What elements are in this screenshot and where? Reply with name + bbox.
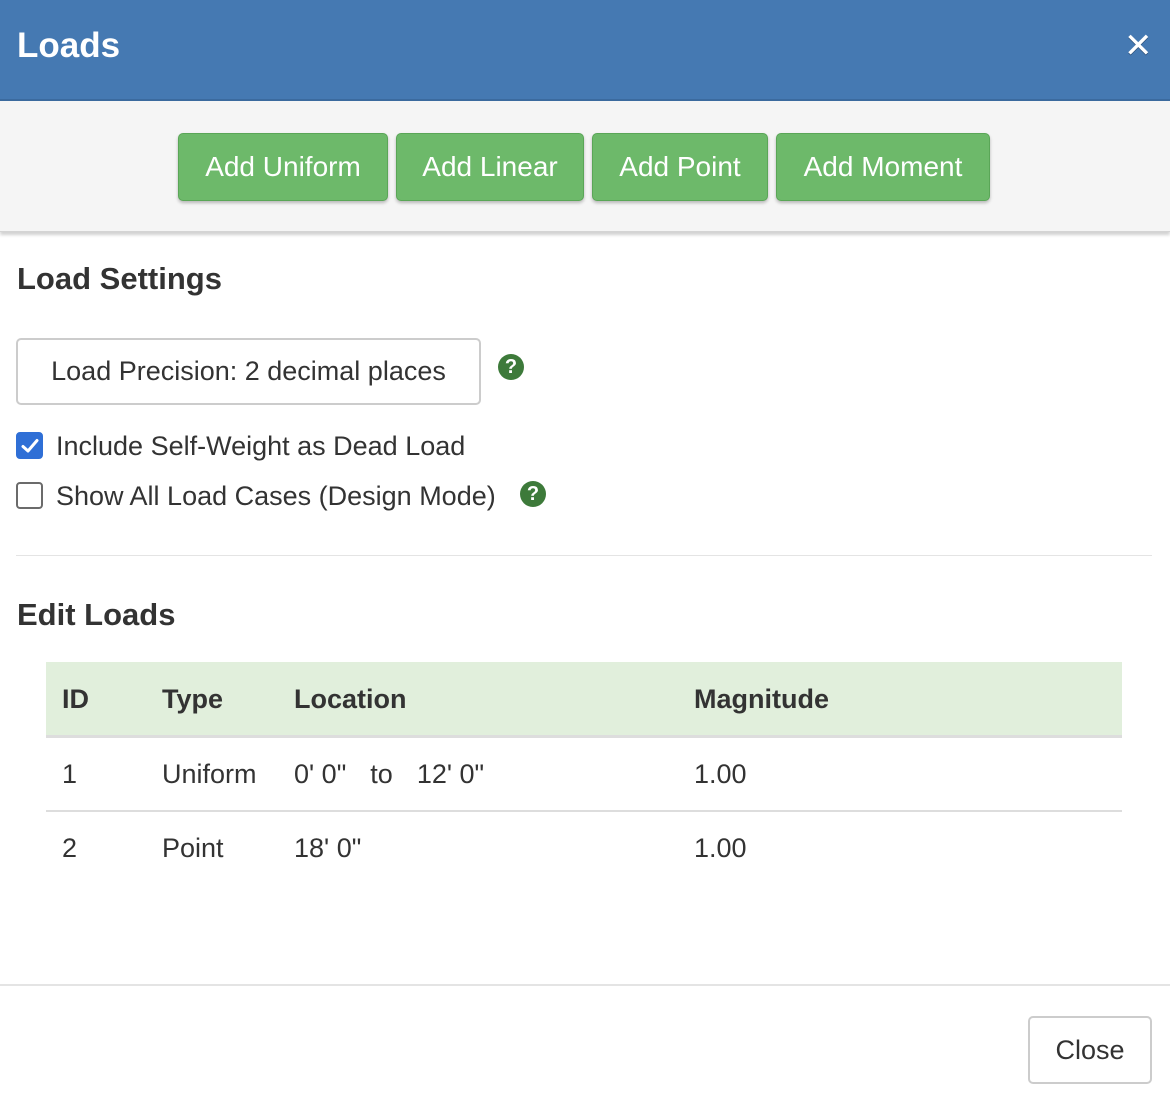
column-header-id: ID — [62, 684, 89, 714]
cell-magnitude: 1.00 — [694, 759, 747, 789]
cell-id: 2 — [62, 833, 78, 863]
close-button[interactable]: Close — [1028, 1016, 1152, 1084]
cell-location: 18' 0" — [294, 812, 361, 884]
load-precision-button[interactable]: Load Precision: 2 decimal places — [16, 338, 481, 405]
show-all-label: Show All Load Cases (Design Mode) — [56, 481, 496, 511]
location-start: 18' 0" — [294, 833, 362, 863]
loads-modal: Loads ✕ Add Uniform Add Linear Add Point… — [0, 0, 1170, 1102]
table-row[interactable]: 2 Point 18' 0" 1.00 — [46, 812, 1122, 886]
modal-header: Loads ✕ — [0, 0, 1170, 101]
add-uniform-button[interactable]: Add Uniform — [178, 133, 388, 201]
column-header-type: Type — [162, 684, 224, 714]
loads-table: ID Type Location Magnitude 1 Uniform 0' … — [46, 662, 1122, 886]
cell-location: 0' 0" to 12' 0" — [294, 738, 484, 810]
add-linear-button[interactable]: Add Linear — [396, 133, 584, 201]
footer-divider — [0, 984, 1170, 986]
edit-loads-title: Edit Loads — [17, 597, 176, 632]
column-header-location: Location — [294, 684, 407, 714]
toolbar: Add Uniform Add Linear Add Point Add Mom… — [0, 101, 1170, 232]
section-divider — [16, 555, 1152, 556]
close-icon[interactable]: ✕ — [1124, 29, 1153, 63]
cell-id: 1 — [62, 759, 78, 789]
add-point-button[interactable]: Add Point — [592, 133, 768, 201]
modal-title: Loads — [17, 26, 121, 65]
checkmark-icon — [21, 439, 39, 453]
help-icon[interactable]: ? — [498, 354, 524, 380]
location-start: 0' 0" — [294, 759, 347, 789]
location-end: 12' 0" — [416, 759, 485, 789]
help-icon[interactable]: ? — [520, 481, 546, 507]
location-to: to — [370, 759, 393, 789]
self-weight-label: Include Self-Weight as Dead Load — [56, 431, 466, 461]
show-all-checkbox[interactable] — [16, 482, 43, 509]
add-moment-button[interactable]: Add Moment — [776, 133, 990, 201]
load-settings-title: Load Settings — [17, 261, 222, 296]
table-header: ID Type Location Magnitude — [46, 662, 1122, 738]
cell-magnitude: 1.00 — [694, 833, 747, 863]
table-row[interactable]: 1 Uniform 0' 0" to 12' 0" 1.00 — [46, 738, 1122, 812]
column-header-magnitude: Magnitude — [694, 684, 829, 714]
cell-type: Point — [162, 833, 224, 863]
self-weight-checkbox[interactable] — [16, 432, 43, 459]
cell-type: Uniform — [162, 759, 257, 789]
